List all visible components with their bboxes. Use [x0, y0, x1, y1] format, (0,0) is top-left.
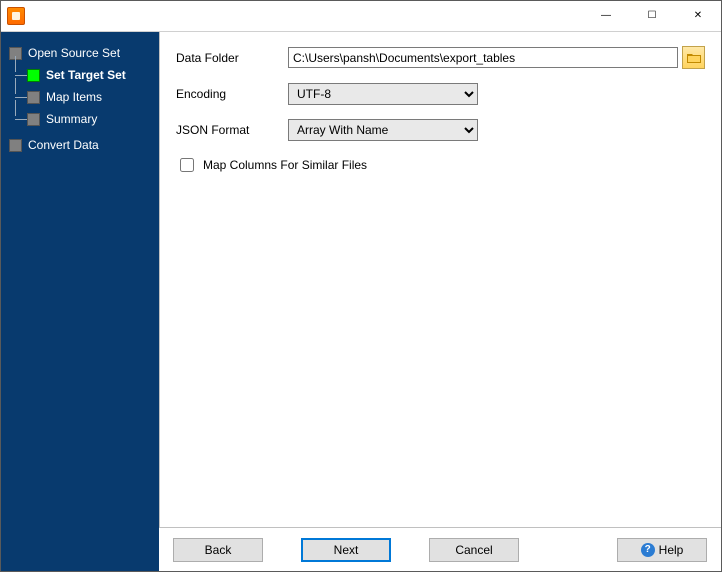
close-button[interactable]: ✕: [675, 1, 721, 32]
wizard-steps-sidebar: Open Source Set Set Target Set Map Items…: [1, 32, 159, 571]
step-convert-data[interactable]: Convert Data: [1, 134, 159, 156]
step-open-source-set[interactable]: Open Source Set: [1, 42, 159, 64]
wizard-button-bar: Back Next Cancel ? Help: [159, 527, 721, 571]
titlebar-left: [1, 7, 25, 25]
encoding-select[interactable]: UTF-8: [288, 83, 478, 105]
square-icon: [9, 139, 22, 152]
square-icon: [27, 113, 40, 126]
help-button[interactable]: ? Help: [617, 538, 707, 562]
form-area: Data Folder Encoding UTF-8 JSON Format: [159, 32, 721, 527]
row-encoding: Encoding UTF-8: [176, 83, 705, 105]
next-button[interactable]: Next: [301, 538, 391, 562]
map-columns-label: Map Columns For Similar Files: [203, 158, 367, 172]
step-label: Map Items: [46, 90, 102, 104]
titlebar: — ☐ ✕: [1, 1, 721, 32]
step-label: Convert Data: [28, 138, 99, 152]
wizard-window: — ☐ ✕ Open Source Set Set Target Set Map…: [0, 0, 722, 572]
main-panel: Data Folder Encoding UTF-8 JSON Format: [159, 32, 721, 571]
minimize-button[interactable]: —: [583, 1, 629, 32]
wizard-body: Open Source Set Set Target Set Map Items…: [1, 32, 721, 571]
step-label: Open Source Set: [28, 46, 120, 60]
step-set-target-set[interactable]: Set Target Set: [1, 64, 159, 86]
json-format-label: JSON Format: [176, 123, 288, 137]
help-icon: ?: [641, 543, 655, 557]
row-json-format: JSON Format Array With Name: [176, 119, 705, 141]
row-map-columns: Map Columns For Similar Files: [176, 155, 705, 175]
square-icon: [27, 69, 40, 82]
row-data-folder: Data Folder: [176, 46, 705, 69]
step-label: Set Target Set: [46, 68, 126, 82]
json-format-select[interactable]: Array With Name: [288, 119, 478, 141]
app-icon: [7, 7, 25, 25]
folder-icon: [687, 52, 701, 64]
map-columns-checkbox[interactable]: [180, 158, 194, 172]
step-summary[interactable]: Summary: [1, 108, 159, 130]
browse-folder-button[interactable]: [682, 46, 705, 69]
step-label: Summary: [46, 112, 97, 126]
encoding-label: Encoding: [176, 87, 288, 101]
back-button[interactable]: Back: [173, 538, 263, 562]
square-icon: [27, 91, 40, 104]
step-map-items[interactable]: Map Items: [1, 86, 159, 108]
window-controls: — ☐ ✕: [583, 1, 721, 32]
data-folder-label: Data Folder: [176, 51, 288, 65]
maximize-button[interactable]: ☐: [629, 1, 675, 32]
help-button-label: Help: [659, 543, 684, 557]
cancel-button[interactable]: Cancel: [429, 538, 519, 562]
data-folder-input[interactable]: [288, 47, 678, 68]
